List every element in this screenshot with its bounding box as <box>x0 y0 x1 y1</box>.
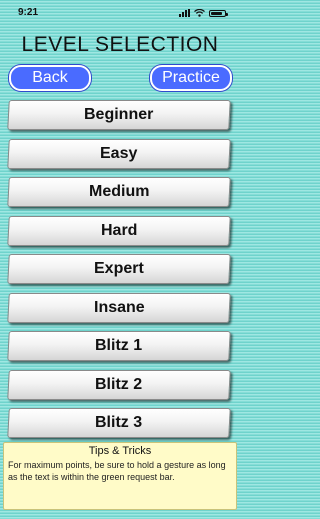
level-button-medium[interactable]: Medium <box>7 177 231 207</box>
battery-level <box>211 11 222 15</box>
level-list: Beginner Easy Medium Hard Expert Insane … <box>7 100 231 447</box>
level-label: Expert <box>94 260 144 277</box>
status-icons <box>179 8 228 18</box>
level-label: Blitz 3 <box>95 414 143 431</box>
level-button-easy[interactable]: Easy <box>7 138 231 169</box>
status-time: 9:21 <box>18 7 39 18</box>
page-title: LEVEL SELECTION <box>21 33 219 56</box>
level-button-blitz-2[interactable]: Blitz 2 <box>7 369 231 400</box>
level-button-insane[interactable]: Insane <box>7 292 231 323</box>
status-bar: 9:21 <box>0 0 240 30</box>
level-label: Hard <box>100 221 138 239</box>
level-label: Insane <box>93 298 145 316</box>
level-label: Easy <box>100 144 138 162</box>
signal-icon <box>179 9 190 17</box>
level-label: Blitz 1 <box>95 337 143 354</box>
wifi-icon <box>194 9 205 17</box>
practice-button[interactable]: Practice <box>150 65 232 91</box>
level-button-blitz-1[interactable]: Blitz 1 <box>7 331 231 361</box>
back-button[interactable]: Back <box>9 65 91 91</box>
level-label: Beginner <box>84 106 154 123</box>
tips-body: For maximum points, be sure to hold a ge… <box>8 460 226 482</box>
level-label: Blitz 2 <box>95 375 143 393</box>
level-label: Medium <box>88 183 150 200</box>
tips-title: Tips & Tricks <box>88 445 152 457</box>
level-button-beginner[interactable]: Beginner <box>7 100 231 130</box>
tips-panel: Tips & Tricks For maximum points, be sur… <box>3 442 237 510</box>
level-button-blitz-3[interactable]: Blitz 3 <box>7 408 231 438</box>
level-button-expert[interactable]: Expert <box>7 254 231 284</box>
battery-icon <box>209 9 228 17</box>
level-button-hard[interactable]: Hard <box>7 215 231 246</box>
